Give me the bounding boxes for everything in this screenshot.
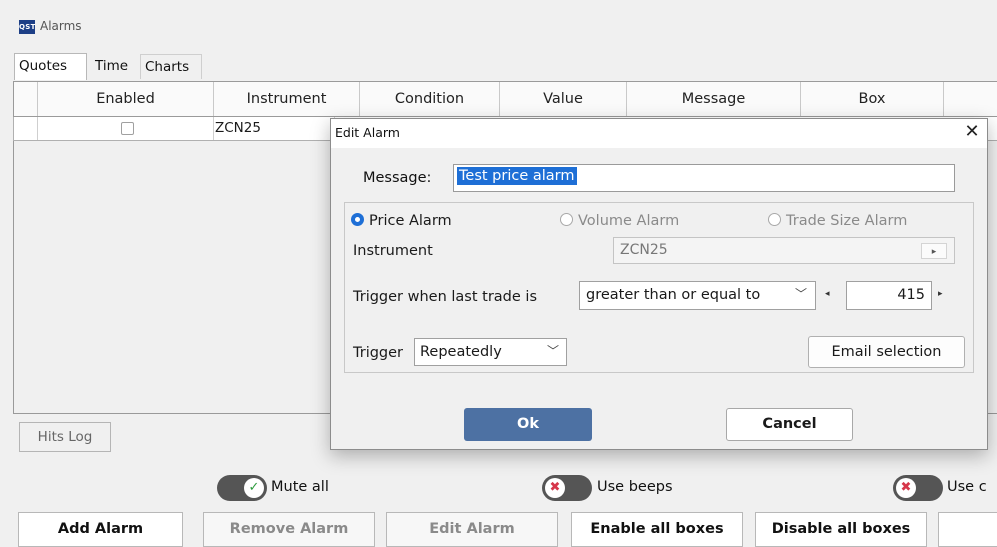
price-alarm-radio[interactable]: Price Alarm <box>351 213 452 229</box>
check-icon: ✓ <box>244 478 264 498</box>
use-c-label: Use c <box>947 479 987 495</box>
trigger-mode-select[interactable]: Repeatedly <box>414 338 567 366</box>
instrument-cell[interactable]: ZCN25 <box>215 117 335 140</box>
trigger-mode-label: Trigger <box>353 345 404 361</box>
app-logo: QST <box>19 20 35 34</box>
radio-selected-icon <box>351 213 364 226</box>
increment-arrow-icon[interactable]: ▸ <box>938 289 943 299</box>
edit-alarm-dialog: Edit Alarm ✕ Message: Test price alarm P… <box>330 118 988 450</box>
enabled-checkbox[interactable] <box>121 122 134 135</box>
email-selection-button[interactable]: Email selection <box>808 336 965 368</box>
message-input-value: Test price alarm <box>457 167 577 185</box>
cancel-button[interactable]: Cancel <box>726 408 853 441</box>
column-header-box[interactable]: Box <box>801 82 944 116</box>
price-alarm-label: Price Alarm <box>369 213 452 229</box>
column-header-value[interactable]: Value <box>500 82 627 116</box>
trade-size-alarm-label: Trade Size Alarm <box>786 213 908 229</box>
trigger-condition-label: Trigger when last trade is <box>353 289 537 305</box>
column-header-instrument[interactable]: Instrument <box>214 82 360 116</box>
mute-all-label: Mute all <box>271 479 329 495</box>
use-beeps-toggle[interactable]: ✖ <box>542 475 592 501</box>
close-icon[interactable]: ✕ <box>961 121 983 142</box>
header-row-selector <box>14 82 38 116</box>
column-header-message[interactable]: Message <box>627 82 801 116</box>
message-label: Message: <box>363 170 432 186</box>
use-c-toggle[interactable]: ✖ <box>893 475 943 501</box>
use-beeps-label: Use beeps <box>597 479 673 495</box>
remove-alarm-button[interactable]: Remove Alarm <box>203 512 375 547</box>
window-title: Alarms <box>40 19 82 33</box>
tab-quotes[interactable]: Quotes <box>14 53 87 80</box>
instrument-label: Instrument <box>353 243 433 259</box>
grid-header: Enabled Instrument Condition Value Messa… <box>13 81 997 117</box>
column-header-enabled[interactable]: Enabled <box>38 82 214 116</box>
disable-all-boxes-button[interactable]: Disable all boxes <box>755 512 927 547</box>
add-alarm-button[interactable]: Add Alarm <box>18 512 183 547</box>
message-input[interactable]: Test price alarm <box>453 164 955 192</box>
ok-button[interactable]: Ok <box>464 408 592 441</box>
radio-unselected-icon <box>560 213 573 226</box>
decrement-arrow-icon[interactable]: ◂ <box>825 289 830 299</box>
row-selector[interactable] <box>14 117 38 140</box>
instrument-picker-arrow-icon[interactable]: ▸ <box>921 243 947 259</box>
dialog-titlebar <box>331 119 987 148</box>
instrument-field[interactable]: ZCN25 <box>613 237 955 264</box>
dialog-title: Edit Alarm <box>335 125 400 140</box>
cross-icon: ✖ <box>896 478 916 498</box>
chevron-down-icon[interactable]: ﹀ <box>547 342 559 359</box>
cross-icon: ✖ <box>545 478 565 498</box>
enable-all-boxes-button[interactable]: Enable all boxes <box>571 512 743 547</box>
bottom-button-partial[interactable] <box>938 512 997 547</box>
radio-unselected-icon <box>768 213 781 226</box>
mute-all-toggle[interactable]: ✓ <box>217 475 267 501</box>
volume-alarm-label: Volume Alarm <box>578 213 680 229</box>
window-titlebar <box>0 0 997 46</box>
chevron-down-icon[interactable]: ﹀ <box>795 285 807 302</box>
tab-charts[interactable]: Charts <box>140 54 202 79</box>
condition-select[interactable]: greater than or equal to <box>579 281 816 310</box>
column-header-condition[interactable]: Condition <box>360 82 500 116</box>
edit-alarm-button[interactable]: Edit Alarm <box>386 512 558 547</box>
trade-size-alarm-radio[interactable]: Trade Size Alarm <box>768 213 907 229</box>
hits-log-button[interactable]: Hits Log <box>19 422 111 452</box>
volume-alarm-radio[interactable]: Volume Alarm <box>560 213 679 229</box>
value-input[interactable]: 415 <box>846 281 932 310</box>
tab-time[interactable]: Time <box>91 54 139 79</box>
